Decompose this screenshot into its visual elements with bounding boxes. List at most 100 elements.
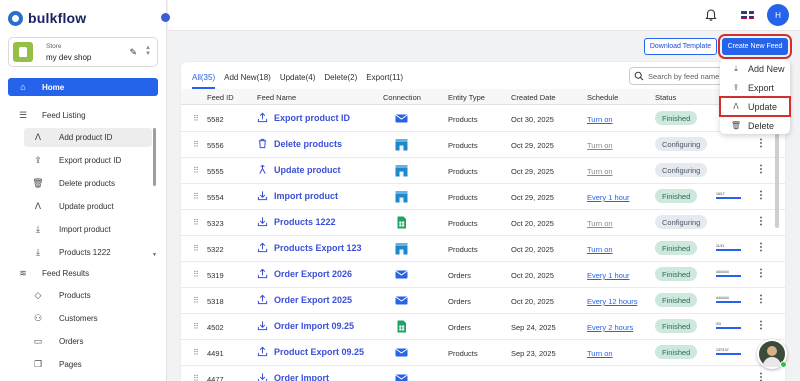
sidebar-collapse-button[interactable]: [161, 13, 170, 22]
feed-name-link[interactable]: Order Import: [257, 372, 329, 381]
table-row[interactable]: ⠿ 5554 Import product Products Oct 29, 2025 E…: [181, 184, 785, 210]
feed-name-link[interactable]: Products 1222: [257, 216, 336, 227]
sidebar-item-delete-products[interactable]: 🗑 Delete products: [24, 174, 152, 193]
drag-handle-icon[interactable]: ⠿: [193, 140, 199, 149]
schedule-link[interactable]: Every 12 hours: [587, 297, 637, 306]
feed-id: 5319: [207, 271, 224, 280]
drag-handle-icon[interactable]: ⠿: [193, 296, 199, 305]
drag-handle-icon[interactable]: ⠿: [193, 166, 199, 175]
schedule-link[interactable]: Every 1 hour: [587, 271, 630, 280]
feed-name-link[interactable]: Delete products: [257, 138, 342, 149]
sidebar-item-update-product[interactable]: ᐱ Update product: [24, 197, 152, 216]
schedule-link[interactable]: Turn on: [587, 245, 613, 254]
feed-name-link[interactable]: Order Import 09.25: [257, 320, 354, 331]
user-plus-icon: ⚇: [33, 313, 43, 323]
store-selector[interactable]: Store my dev shop ✎ ▲ ▼: [8, 37, 158, 67]
menu-item-delete[interactable]: 🗑 Delete: [720, 116, 790, 135]
sidebar-item-import-product[interactable]: ⤓ Import product: [24, 220, 152, 239]
more-actions-icon[interactable]: ⋮: [756, 295, 766, 305]
table-row[interactable]: ⠿ 4502 Order Import 09.25 Orders Sep 24, 202…: [181, 314, 785, 340]
table-row[interactable]: ⠿ 5555 Update product Products Oct 29, 2025 T…: [181, 158, 785, 184]
table-row[interactable]: ⠿ 5322 Products Export 123 Products Oct 20, …: [181, 236, 785, 262]
entity-type: Products: [448, 193, 478, 202]
status-badge: Finished: [655, 293, 698, 307]
column-header-connection: Connection: [383, 93, 421, 102]
sidebar-item-orders[interactable]: ▭ Orders: [24, 332, 152, 351]
feed-name-text: Import product: [274, 190, 338, 201]
tab-add-new[interactable]: Add New(18): [224, 73, 271, 89]
more-actions-icon[interactable]: ⋮: [756, 243, 766, 253]
tab-update[interactable]: Update(4): [280, 73, 316, 89]
schedule-link[interactable]: Every 2 hours: [587, 323, 633, 332]
drag-handle-icon[interactable]: ⠿: [193, 348, 199, 357]
more-actions-icon[interactable]: ⋮: [756, 139, 766, 149]
avatar[interactable]: H: [767, 4, 789, 26]
pencil-icon[interactable]: ✎: [129, 47, 137, 58]
menu-item-export[interactable]: ⇪ Export: [720, 78, 790, 97]
sidebar-item-products-1222[interactable]: ⤓ Products 1222: [24, 243, 152, 262]
feed-table-card: All(35) Add New(18) Update(4) Delete(2) Expo…: [181, 62, 785, 381]
table-row[interactable]: ⠿ 5319 Order Export 2026 Orders Oct 20, 2025…: [181, 262, 785, 288]
inbox-icon: ▭: [33, 336, 43, 346]
table-row[interactable]: ⠿ 5318 Order Export 2025 Orders Oct 20, 2025…: [181, 288, 785, 314]
tab-delete[interactable]: Delete(2): [324, 73, 357, 89]
feed-name-link[interactable]: Order Export 2026: [257, 268, 352, 279]
feed-id: 5556: [207, 141, 224, 150]
table-row[interactable]: ⠿ 5556 Delete products Products Oct 29, 2025…: [181, 132, 785, 158]
schedule-link[interactable]: Turn on: [587, 167, 613, 176]
drag-handle-icon[interactable]: ⠿: [193, 114, 199, 123]
table-row[interactable]: ⠿ 5323 Products 1222 Products Oct 20, 2025 Tu…: [181, 210, 785, 236]
schedule-link[interactable]: Turn on: [587, 141, 613, 150]
tab-all[interactable]: All(35): [192, 73, 216, 89]
sidebar-item-customers[interactable]: ⚇ Customers: [24, 309, 152, 328]
table-row[interactable]: ⠿ 4491 Product Export 09.25 Products Sep 23,…: [181, 340, 785, 366]
drag-handle-icon[interactable]: ⠿: [193, 192, 199, 201]
table-row[interactable]: ⠿ 4477 Order Import ⋮: [181, 366, 785, 381]
tag-icon: ◇: [34, 290, 42, 300]
sidebar-scrollbar[interactable]: [153, 128, 156, 186]
more-actions-icon[interactable]: ⋮: [756, 191, 766, 201]
feed-name-link[interactable]: Export product ID: [257, 112, 350, 123]
schedule-link[interactable]: Every 1 hour: [587, 193, 630, 202]
more-actions-icon[interactable]: ⋮: [756, 373, 766, 381]
more-actions-icon[interactable]: ⋮: [756, 165, 766, 175]
sidebar-item-pages[interactable]: ❐ Pages: [24, 355, 152, 374]
drag-handle-icon[interactable]: ⠿: [193, 270, 199, 279]
sidebar-item-products[interactable]: ◇ Products: [24, 286, 152, 305]
feed-name-link[interactable]: Order Export 2025: [257, 294, 352, 305]
uk-flag-icon[interactable]: [741, 11, 754, 19]
drag-handle-icon[interactable]: ⠿: [193, 218, 199, 227]
table-row[interactable]: ⠿ 5582 Export product ID Products Oct 30, 20…: [181, 106, 785, 132]
app-logo[interactable]: bulkflow: [0, 0, 166, 28]
feed-name-link[interactable]: Import product: [257, 190, 338, 201]
tab-export[interactable]: Export(11): [366, 73, 403, 89]
feed-name-link[interactable]: Update product: [257, 164, 341, 175]
drag-handle-icon[interactable]: ⠿: [193, 374, 199, 381]
sidebar-item-add-product-id[interactable]: ᐱ Add product ID: [24, 128, 152, 147]
drag-handle-icon[interactable]: ⠿: [193, 244, 199, 253]
feed-name-link[interactable]: Product Export 09.25: [257, 346, 364, 357]
column-header-status: Status: [655, 93, 677, 102]
menu-item-add-new[interactable]: ⤓ Add New: [720, 59, 790, 78]
more-actions-icon[interactable]: ⋮: [756, 217, 766, 227]
drag-handle-icon[interactable]: ⠿: [193, 322, 199, 331]
caret-down-icon[interactable]: ▼: [152, 252, 157, 258]
download-template-button[interactable]: Download Template: [644, 38, 717, 55]
nav-home[interactable]: ⌂ Home: [8, 78, 158, 96]
more-actions-icon[interactable]: ⋮: [756, 321, 766, 331]
bell-icon[interactable]: [704, 8, 718, 22]
nav-feed-results[interactable]: ≋ Feed Results: [18, 268, 89, 278]
search-input[interactable]: Search by feed name: [629, 67, 729, 85]
menu-item-update[interactable]: ᐱ Update: [719, 96, 791, 117]
entity-type: Orders: [448, 323, 471, 332]
feed-name-link[interactable]: Products Export 123: [257, 242, 362, 253]
create-new-feed-button[interactable]: Create New Feed: [718, 34, 792, 59]
created-date: Oct 20, 2025: [511, 245, 554, 254]
sidebar-item-export-product-id[interactable]: ⇪ Export product ID: [24, 151, 152, 170]
more-actions-icon[interactable]: ⋮: [756, 269, 766, 279]
schedule-link[interactable]: Turn on: [587, 219, 613, 228]
feed-id: 4502: [207, 323, 224, 332]
schedule-link[interactable]: Turn on: [587, 115, 613, 124]
schedule-link[interactable]: Turn on: [587, 349, 613, 358]
nav-feed-listing[interactable]: ☰ Feed Listing: [18, 110, 86, 120]
